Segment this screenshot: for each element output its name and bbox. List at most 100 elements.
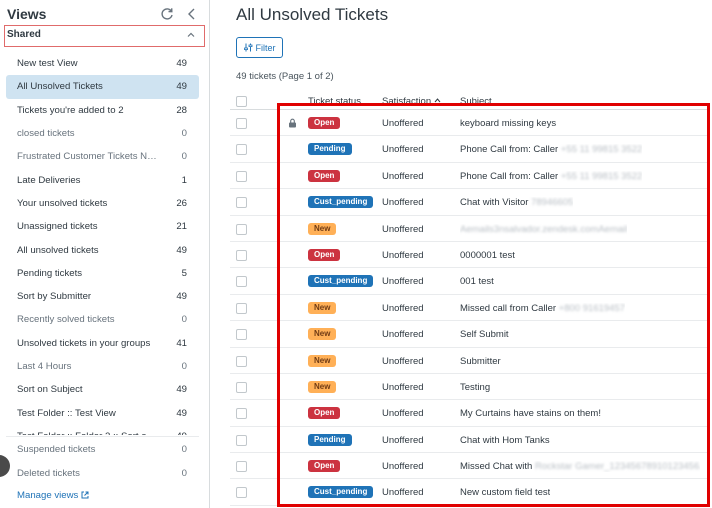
table-row[interactable]: Open Unoffered My Curtains have stains on … bbox=[230, 400, 708, 427]
ticket-subject[interactable]: New custom field test bbox=[460, 487, 550, 498]
table-row[interactable]: Open Unoffered keyboard missing keys bbox=[230, 110, 708, 137]
view-item[interactable]: Pending tickets 5 bbox=[6, 262, 199, 285]
ticket-subject[interactable]: Chat with Hom Tanks bbox=[460, 435, 550, 446]
table-row[interactable]: Pending Unoffered Phone Call from: Caller … bbox=[230, 136, 708, 163]
ticket-subject[interactable]: Missed Chat with Rockstar Gamer_12345678… bbox=[460, 461, 700, 472]
table-row[interactable]: New Unoffered Testing bbox=[230, 374, 708, 401]
ticket-subject[interactable]: Phone Call from: Caller +55 11 99815 352… bbox=[460, 171, 642, 182]
table-row[interactable]: Cust_pending Unoffered Chat with Visitor 7… bbox=[230, 189, 708, 216]
ticket-subject[interactable]: Testing bbox=[460, 382, 490, 393]
table-row[interactable]: Cust_pending Unoffered New custom field te… bbox=[230, 479, 708, 506]
ticket-subject[interactable]: Submitter bbox=[460, 356, 501, 367]
view-count: 1 bbox=[181, 174, 187, 186]
view-count: 0 bbox=[181, 151, 187, 163]
view-name: Frustrated Customer Tickets Nee... bbox=[17, 151, 159, 163]
view-count: 0 bbox=[181, 361, 187, 372]
view-name: All unsolved tickets bbox=[17, 244, 99, 256]
row-checkbox[interactable] bbox=[236, 276, 247, 288]
view-item[interactable]: closed tickets 0 bbox=[6, 122, 199, 145]
view-item[interactable]: Your unsolved tickets 26 bbox=[6, 192, 199, 215]
system-views-list: Suspended tickets 0 Deleted tickets 0 bbox=[6, 438, 199, 485]
view-count: 0 bbox=[181, 467, 187, 479]
manage-views-label: Manage views bbox=[17, 490, 79, 501]
view-item[interactable]: Test Folder :: Folder 2 :: Sort on...49 bbox=[6, 425, 199, 435]
ticket-subject[interactable]: Aemails3nsalvador.zendesk.comAemail bbox=[460, 224, 627, 235]
row-checkbox[interactable] bbox=[236, 197, 247, 209]
view-item[interactable]: New test View 49 bbox=[6, 52, 199, 75]
column-header-satisfaction-label: Satisfaction bbox=[382, 96, 432, 107]
filter-label: Filter bbox=[255, 42, 276, 53]
view-item[interactable]: Unsolved tickets in your groups 41 bbox=[6, 332, 199, 355]
view-count: 49 bbox=[176, 81, 187, 93]
view-item[interactable]: All unsolved tickets 49 bbox=[6, 238, 199, 261]
satisfaction-value: Unoffered bbox=[382, 170, 424, 182]
subject-text: Missed call from Caller bbox=[460, 302, 559, 314]
ticket-subject[interactable]: 001 test bbox=[460, 276, 494, 287]
table-row[interactable]: New Unoffered Self Submit bbox=[230, 321, 708, 348]
view-item[interactable]: Late Deliveries 1 bbox=[6, 168, 199, 191]
ticket-subject[interactable]: Missed call from Caller +800 91619457 bbox=[460, 303, 625, 314]
table-row[interactable]: Open Unoffered Missed Chat with Rockstar G… bbox=[230, 453, 708, 480]
view-item[interactable]: Sort by Submitter 49 bbox=[6, 285, 199, 308]
row-checkbox[interactable] bbox=[236, 302, 247, 314]
view-item[interactable]: Recently solved tickets 0 bbox=[6, 308, 199, 331]
row-checkbox[interactable] bbox=[236, 118, 247, 129]
table-row[interactable]: New Unoffered Aemails3nsalvador.zendesk.co… bbox=[230, 216, 708, 242]
row-checkbox[interactable] bbox=[236, 223, 247, 235]
view-item[interactable]: Sort on Subject 49 bbox=[6, 378, 199, 401]
manage-views-link[interactable]: Manage views bbox=[17, 490, 89, 501]
row-checkbox[interactable] bbox=[236, 355, 247, 367]
row-checkbox[interactable] bbox=[236, 487, 247, 499]
column-header-satisfaction[interactable]: Satisfaction bbox=[382, 96, 441, 107]
view-item[interactable]: Test Folder :: Test View 49 bbox=[6, 401, 199, 424]
table-row[interactable]: Pending Unoffered Chat with Hom Tanks bbox=[230, 427, 708, 454]
view-name: Deleted tickets bbox=[17, 467, 80, 479]
row-checkbox[interactable] bbox=[236, 434, 247, 446]
view-item[interactable]: Unassigned tickets 21 bbox=[6, 215, 199, 238]
redacted-text: +800 91619457 bbox=[558, 302, 626, 314]
ticket-subject[interactable]: Chat with Visitor 78946605 bbox=[460, 197, 573, 208]
row-checkbox[interactable] bbox=[236, 461, 247, 473]
row-checkbox[interactable] bbox=[236, 381, 247, 393]
ticket-subject[interactable]: Self Submit bbox=[460, 329, 509, 340]
row-checkbox[interactable] bbox=[236, 249, 247, 261]
subject-text: 0000001 test bbox=[460, 249, 515, 261]
view-count: 26 bbox=[176, 197, 187, 209]
column-header-subject[interactable]: Subject bbox=[460, 96, 492, 107]
table-row[interactable]: Open Unoffered Phone Call from: Caller +55… bbox=[230, 163, 708, 190]
shared-section-toggle[interactable]: Shared bbox=[4, 25, 205, 47]
ticket-subject[interactable]: My Curtains have stains on them! bbox=[460, 408, 601, 419]
view-item[interactable]: Last 4 Hours 0 bbox=[6, 355, 199, 378]
table-row[interactable]: Open Unoffered 0000001 test bbox=[230, 242, 708, 269]
row-checkbox[interactable] bbox=[236, 408, 247, 420]
view-count: 0 bbox=[181, 314, 187, 326]
system-view-item[interactable]: Suspended tickets 0 bbox=[6, 438, 199, 462]
satisfaction-value: Unoffered bbox=[382, 355, 424, 367]
filter-button[interactable]: Filter bbox=[236, 37, 283, 58]
table-row[interactable]: New Unoffered Missed call from Caller +800… bbox=[230, 295, 708, 322]
row-checkbox[interactable] bbox=[236, 329, 247, 341]
ticket-count: 49 tickets (Page 1 of 2) bbox=[236, 71, 334, 82]
row-checkbox[interactable] bbox=[236, 144, 247, 156]
table-row[interactable]: Cust_pending Unoffered 001 test bbox=[230, 268, 708, 295]
view-count: 49 bbox=[176, 407, 187, 419]
view-count: 0 bbox=[181, 444, 187, 456]
subject-text: Chat with Hom Tanks bbox=[460, 434, 550, 446]
ticket-subject[interactable]: Phone Call from: Caller +55 11 99815 352… bbox=[460, 144, 642, 155]
column-header-status[interactable]: Ticket status bbox=[308, 96, 361, 107]
view-item[interactable]: Tickets you're added to 2 28 bbox=[6, 99, 199, 122]
select-all-checkbox[interactable] bbox=[236, 96, 247, 107]
collapse-sidebar-icon[interactable] bbox=[184, 6, 200, 22]
ticket-subject[interactable]: 0000001 test bbox=[460, 250, 515, 261]
row-checkbox[interactable] bbox=[236, 170, 247, 182]
view-item[interactable]: All Unsolved Tickets 49 bbox=[6, 75, 199, 99]
ticket-subject[interactable]: keyboard missing keys bbox=[460, 118, 556, 129]
system-view-item[interactable]: Deleted tickets 0 bbox=[6, 462, 199, 486]
table-row[interactable]: New Unoffered Submitter bbox=[230, 348, 708, 374]
satisfaction-value: Unoffered bbox=[382, 249, 424, 261]
redacted-text: 78946605 bbox=[531, 197, 574, 209]
view-count: 5 bbox=[181, 267, 187, 279]
refresh-icon[interactable] bbox=[159, 6, 175, 22]
subject-text: Phone Call from: Caller bbox=[460, 170, 561, 182]
view-item[interactable]: Frustrated Customer Tickets Nee... 0 bbox=[6, 145, 199, 168]
